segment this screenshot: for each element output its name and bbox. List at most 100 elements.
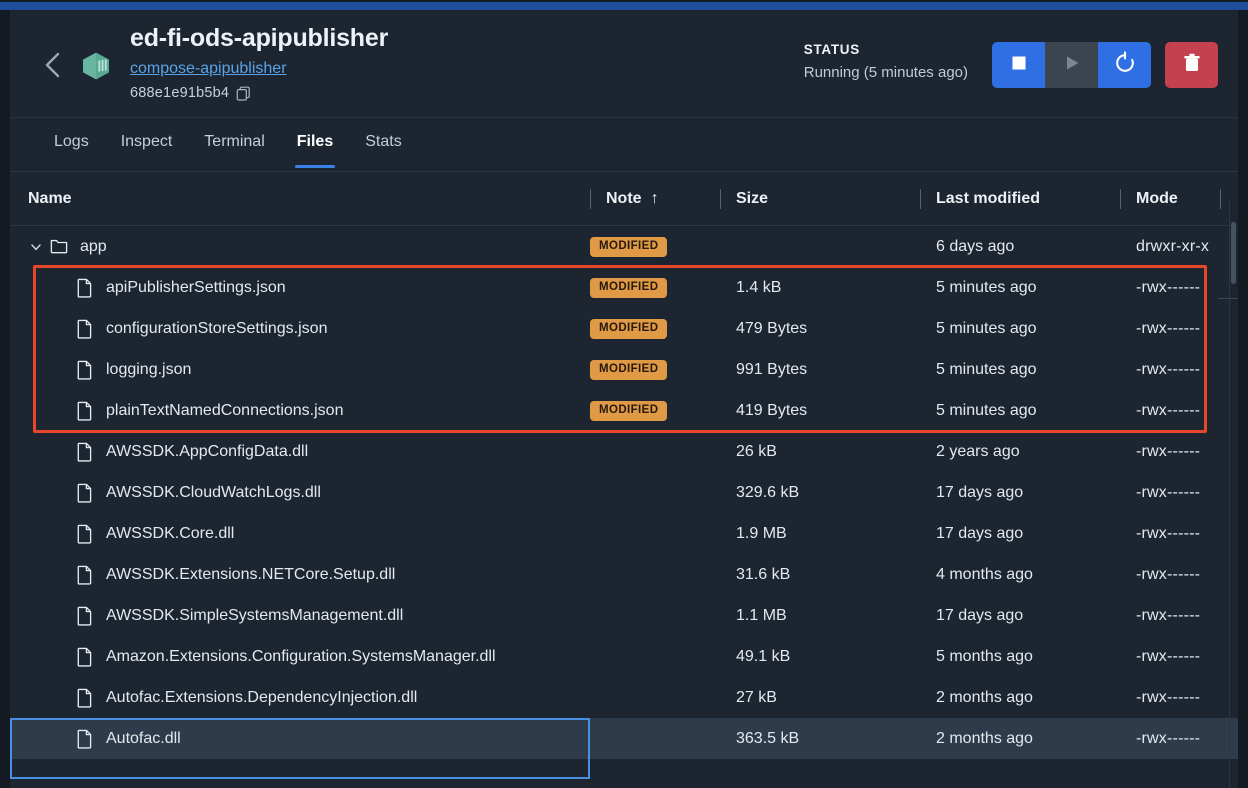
tab-label: Logs [54, 133, 89, 150]
cell-last-modified: 17 days ago [936, 606, 1024, 624]
cell-last-modified: 17 days ago [936, 524, 1024, 542]
stop-button[interactable] [992, 42, 1045, 88]
cell-last-modified: 2 months ago [936, 688, 1033, 706]
file-name: AWSSDK.Core.dll [106, 524, 235, 542]
cell-name: AWSSDK.Core.dll [10, 523, 590, 545]
cell-size: 479 Bytes [736, 319, 808, 337]
file-name: Autofac.dll [106, 729, 181, 747]
column-header-name[interactable]: Name [10, 188, 590, 210]
cell-name: plainTextNamedConnections.json [10, 400, 590, 422]
cell-mode: -rwx------ [1136, 647, 1201, 665]
table-row[interactable]: Autofac.Extensions.DependencyInjection.d… [10, 677, 1238, 718]
copy-icon[interactable] [236, 86, 251, 101]
status-badge: MODIFIED [590, 318, 668, 339]
tab-stats[interactable]: Stats [349, 118, 417, 168]
table-row[interactable]: AWSSDK.SimpleSystemsManagement.dll 1.1 MB… [10, 595, 1238, 636]
file-name: apiPublisherSettings.json [106, 278, 286, 296]
container-details-window: ed-fi-ods-apipublisher compose-apipublis… [0, 0, 1248, 788]
file-name: Autofac.Extensions.DependencyInjection.d… [106, 688, 418, 706]
cell-last-modified: 5 minutes ago [936, 360, 1037, 378]
back-button[interactable] [38, 48, 68, 82]
cell-size: 1.1 MB [736, 606, 787, 624]
container-actions [992, 42, 1218, 88]
start-button[interactable] [1045, 42, 1098, 88]
container-id: 688e1e91b5b4 [130, 85, 230, 101]
column-header-last-modified-label: Last modified [936, 189, 1041, 207]
file-name: AWSSDK.AppConfigData.dll [106, 442, 309, 460]
file-icon [76, 524, 94, 544]
delete-button[interactable] [1165, 42, 1218, 88]
compose-project-link[interactable]: compose-apipublisher [130, 58, 287, 80]
cell-last-modified: 4 months ago [936, 565, 1033, 583]
page-title: ed-fi-ods-apipublisher [130, 24, 389, 52]
column-header-name-label: Name [28, 189, 72, 207]
table-row[interactable]: app MODIFIED 6 days ago drwxr-xr-x [10, 226, 1238, 267]
cell-note: MODIFIED [590, 277, 720, 298]
table-row[interactable]: AWSSDK.AppConfigData.dll 26 kB 2 years ago… [10, 431, 1238, 472]
cell-mode: -rwx------ [1136, 278, 1201, 296]
tab-logs[interactable]: Logs [38, 118, 105, 168]
table-row[interactable]: AWSSDK.Extensions.NETCore.Setup.dll 31.6 … [10, 554, 1238, 595]
column-divider [920, 188, 921, 209]
column-header-size[interactable]: Size [720, 188, 920, 210]
cell-mode: -rwx------ [1136, 401, 1201, 419]
cell-last-modified: 5 minutes ago [936, 278, 1037, 296]
cell-name: Autofac.dll [10, 728, 590, 750]
column-divider [590, 188, 591, 209]
column-header-mode-label: Mode [1136, 189, 1178, 207]
container-title-block: ed-fi-ods-apipublisher compose-apipublis… [130, 22, 388, 101]
window-accent-bar [0, 2, 1248, 10]
table-row[interactable]: Autofac.dll 363.5 kB 2 months ago -rwx-----… [10, 718, 1238, 759]
table-row[interactable]: apiPublisherSettings.json MODIFIED 1.4 kB 5… [10, 267, 1238, 308]
tab-files[interactable]: Files [281, 118, 349, 168]
cell-size: 419 Bytes [736, 401, 808, 419]
table-row[interactable]: logging.json MODIFIED 991 Bytes 5 minutes a… [10, 349, 1238, 390]
file-icon [76, 401, 94, 421]
file-icon [76, 319, 94, 339]
cell-mode: -rwx------ [1136, 688, 1201, 706]
file-name: AWSSDK.CloudWatchLogs.dll [106, 483, 321, 501]
file-icon [76, 483, 94, 503]
table-row[interactable]: AWSSDK.Core.dll 1.9 MB 17 days ago -rwx----… [10, 513, 1238, 554]
file-icon [76, 729, 94, 749]
container-id-row: 688e1e91b5b4 [130, 85, 388, 101]
table-row[interactable]: AWSSDK.CloudWatchLogs.dll 329.6 kB 17 days… [10, 472, 1238, 513]
table-row[interactable]: plainTextNamedConnections.json MODIFIED 41… [10, 390, 1238, 431]
restart-icon [1113, 50, 1137, 80]
cell-name: app [10, 236, 590, 258]
cell-note: MODIFIED [590, 318, 720, 339]
tab-inspect[interactable]: Inspect [105, 118, 189, 168]
column-header-mode[interactable]: Mode [1120, 188, 1220, 210]
column-header-last-modified[interactable]: Last modified [920, 188, 1120, 210]
cell-size: 27 kB [736, 688, 777, 706]
table-row[interactable]: Amazon.Extensions.Configuration.SystemsM… [10, 636, 1238, 677]
cell-name: configurationStoreSettings.json [10, 318, 590, 340]
file-name: AWSSDK.SimpleSystemsManagement.dll [106, 606, 404, 624]
cell-note: MODIFIED [590, 359, 720, 380]
cell-mode: -rwx------ [1136, 606, 1201, 624]
file-icon [76, 688, 94, 708]
cell-name: AWSSDK.SimpleSystemsManagement.dll [10, 605, 590, 627]
status-block: STATUS Running (5 minutes ago) [804, 40, 968, 83]
cell-name: Autofac.Extensions.DependencyInjection.d… [10, 687, 590, 709]
details-card: ed-fi-ods-apipublisher compose-apipublis… [10, 10, 1238, 788]
tab-terminal[interactable]: Terminal [188, 118, 280, 168]
cell-size: 363.5 kB [736, 729, 800, 747]
table-row[interactable]: configurationStoreSettings.json MODIFIED 4… [10, 308, 1238, 349]
tab-label: Files [296, 133, 334, 150]
cell-last-modified: 5 minutes ago [936, 319, 1037, 337]
cell-name: AWSSDK.AppConfigData.dll [10, 441, 590, 463]
cell-size: 329.6 kB [736, 483, 800, 501]
tab-label: Inspect [120, 133, 173, 150]
scrollbar-track [1229, 200, 1230, 788]
column-divider [1220, 188, 1221, 209]
file-icon [76, 647, 94, 667]
file-icon [76, 360, 94, 380]
scrollbar-thumb[interactable] [1231, 222, 1236, 284]
column-header-note[interactable]: Note ↑ [590, 188, 720, 210]
detail-tabs: Logs Inspect Terminal Files Stats [10, 118, 1238, 172]
restart-button[interactable] [1098, 42, 1151, 88]
status-badge: MODIFIED [590, 277, 668, 298]
stop-icon [1009, 53, 1029, 78]
chevron-down-icon[interactable] [28, 241, 44, 253]
